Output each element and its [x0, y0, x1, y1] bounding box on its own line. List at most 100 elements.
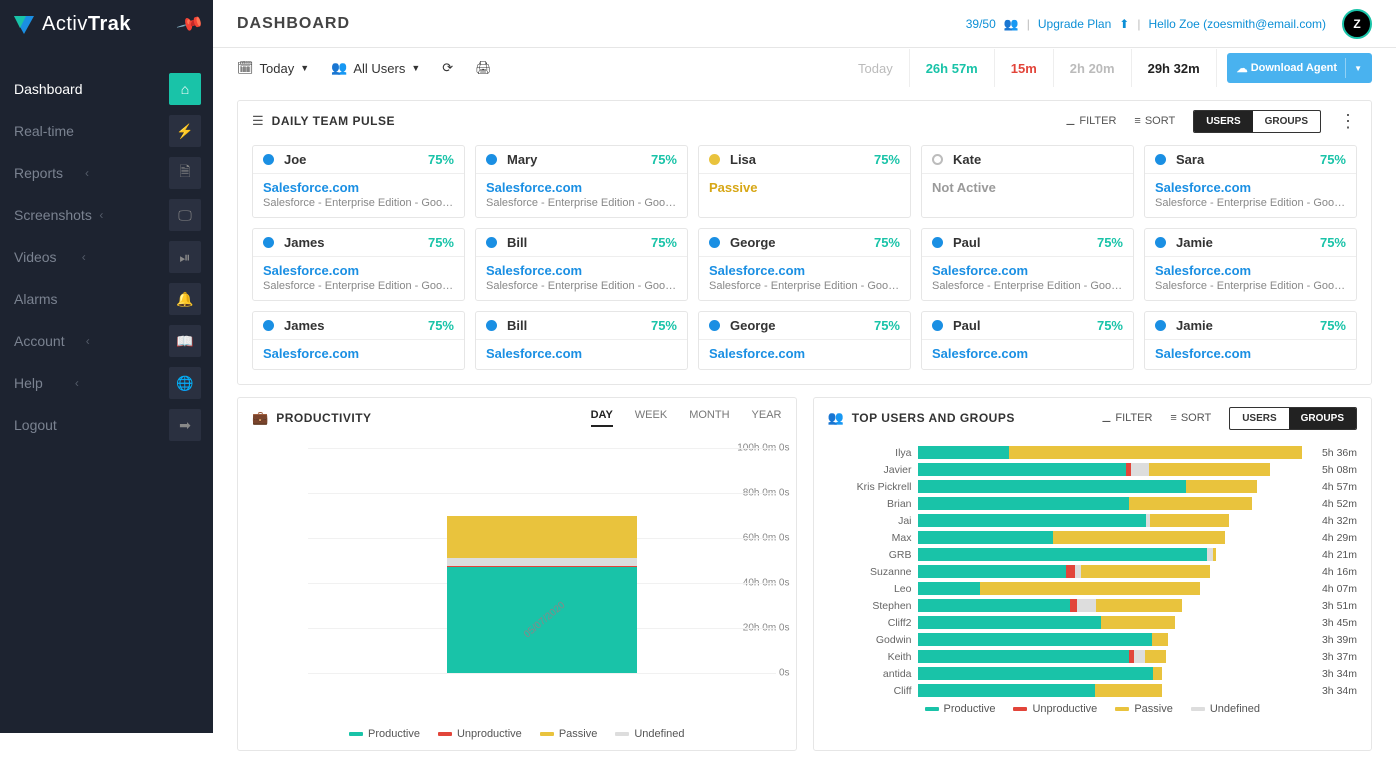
bar-seg-passive — [1150, 514, 1229, 527]
top-user-row[interactable]: Jai 4h 32m — [828, 512, 1358, 529]
tu-name: Kris Pickrell — [828, 481, 918, 493]
seat-count[interactable]: 39/50 — [966, 17, 996, 31]
user-greeting[interactable]: Hello Zoe (zoesmith@email.com) — [1148, 17, 1326, 31]
top-user-row[interactable]: antida 3h 34m — [828, 665, 1358, 682]
tu-filter[interactable]: ⚊FILTER — [1101, 412, 1152, 425]
pin-icon[interactable]: 📌 — [175, 9, 205, 38]
bar-seg-unprod — [1066, 565, 1075, 578]
upgrade-link[interactable]: Upgrade Plan — [1038, 17, 1111, 31]
sidebar-item-logout[interactable]: Logout➡ — [0, 404, 213, 446]
pulse-card[interactable]: Joe 75% Salesforce.com Salesforce - Ente… — [252, 145, 465, 218]
avatar[interactable]: Z — [1342, 9, 1372, 39]
productivity-pct: 75% — [428, 235, 454, 250]
seg-groups[interactable]: GROUPS — [1289, 408, 1356, 429]
tu-name: Stephen — [828, 600, 918, 612]
logo[interactable]: ActivTrak 📌 — [0, 0, 213, 48]
seg-users[interactable]: USERS — [1230, 408, 1288, 429]
top-user-row[interactable]: Max 4h 29m — [828, 529, 1358, 546]
pulse-card[interactable]: George 75% Salesforce.com — [698, 311, 911, 370]
tu-name: Ilya — [828, 447, 918, 459]
productivity-pct: 75% — [874, 318, 900, 333]
filter-icon: ⚊ — [1065, 115, 1075, 128]
top-user-row[interactable]: Keith 3h 37m — [828, 648, 1358, 665]
top-user-row[interactable]: Javier 5h 08m — [828, 461, 1358, 478]
seg-groups[interactable]: GROUPS — [1253, 111, 1320, 132]
current-app: Salesforce.com — [486, 263, 677, 278]
print-button[interactable]: 🖨 — [475, 60, 492, 76]
sidebar-item-screenshots[interactable]: Screenshots‹🖵 — [0, 194, 213, 236]
pulse-card[interactable]: Kate Not Active — [921, 145, 1134, 218]
user-name: Jamie — [1176, 318, 1213, 333]
bar-seg-Undefined — [447, 558, 637, 566]
top-user-row[interactable]: Cliff 3h 34m — [828, 682, 1358, 699]
top-user-row[interactable]: Ilya 5h 36m — [828, 444, 1358, 461]
tab-week[interactable]: WEEK — [635, 409, 667, 427]
sidebar-item-videos[interactable]: Videos‹⏯ — [0, 236, 213, 278]
current-app: Salesforce.com — [709, 346, 900, 361]
legend-item: Passive — [1115, 703, 1173, 715]
seg-users[interactable]: USERS — [1194, 111, 1252, 132]
pulse-card[interactable]: James 75% Salesforce.com Salesforce - En… — [252, 228, 465, 301]
user-filter[interactable]: 👥 All Users▼ — [331, 60, 420, 76]
pulse-card[interactable]: Mary 75% Salesforce.com Salesforce - Ent… — [475, 145, 688, 218]
sidebar-item-real-time[interactable]: Real-time⚡ — [0, 110, 213, 152]
sidebar-item-alarms[interactable]: Alarms🔔 — [0, 278, 213, 320]
sidebar-item-help[interactable]: Help‹🌐 — [0, 362, 213, 404]
sidebar-item-dashboard[interactable]: Dashboard⌂ — [0, 68, 213, 110]
sidebar-item-account[interactable]: Account‹📖 — [0, 320, 213, 362]
pulse-card[interactable]: Bill 75% Salesforce.com Salesforce - Ent… — [475, 228, 688, 301]
productivity-pct: 75% — [651, 235, 677, 250]
top-user-row[interactable]: Stephen 3h 51m — [828, 597, 1358, 614]
file-icon: 🗎 — [169, 157, 201, 189]
pulse-card[interactable]: Jamie 75% Salesforce.com Salesforce - En… — [1144, 228, 1357, 301]
pulse-sort[interactable]: ≡SORT — [1134, 115, 1175, 127]
download-agent-button[interactable]: ☁ Download Agent ▼ — [1227, 53, 1372, 83]
bar-seg-passive — [1152, 633, 1168, 646]
app-detail: Salesforce - Enterprise Edition - Googl… — [1155, 197, 1346, 209]
pulse-card[interactable]: Bill 75% Salesforce.com — [475, 311, 688, 370]
top-user-row[interactable]: Leo 4h 07m — [828, 580, 1358, 597]
status-dot — [263, 154, 274, 165]
users-icon: 👥 — [828, 410, 844, 426]
daily-pulse-panel: ☰ DAILY TEAM PULSE ⚊FILTER ≡SORT USERS G… — [237, 100, 1372, 385]
legend-item: Productive — [349, 728, 420, 740]
bar-seg-prod — [918, 480, 1187, 493]
top-user-row[interactable]: Suzanne 4h 16m — [828, 563, 1358, 580]
top-user-row[interactable]: Kris Pickrell 4h 57m — [828, 478, 1358, 495]
bar-seg-unprod — [1070, 599, 1077, 612]
tu-segment: USERS GROUPS — [1229, 407, 1357, 430]
tab-day[interactable]: DAY — [591, 409, 613, 427]
pulse-card[interactable]: George 75% Salesforce.com Salesforce - E… — [698, 228, 911, 301]
top-user-row[interactable]: Cliff2 3h 45m — [828, 614, 1358, 631]
tu-time: 4h 57m — [1302, 481, 1357, 493]
pulse-card[interactable]: Jamie 75% Salesforce.com — [1144, 311, 1357, 370]
top-user-row[interactable]: GRB 4h 21m — [828, 546, 1358, 563]
tab-year[interactable]: YEAR — [752, 409, 782, 427]
pulse-card[interactable]: Paul 75% Salesforce.com — [921, 311, 1134, 370]
user-name: George — [730, 318, 776, 333]
refresh-button[interactable]: ⟳ — [442, 60, 453, 76]
top-user-row[interactable]: Brian 4h 52m — [828, 495, 1358, 512]
sidebar-item-reports[interactable]: Reports‹🗎 — [0, 152, 213, 194]
top-user-row[interactable]: Godwin 3h 39m — [828, 631, 1358, 648]
chevron-left-icon: ‹ — [99, 208, 103, 222]
bar-seg-passive — [1213, 548, 1216, 561]
bar-seg-passive — [1009, 446, 1302, 459]
calendar-icon: 🗓 — [237, 60, 254, 76]
date-range-picker[interactable]: 🗓 Today▼ — [237, 60, 309, 76]
bar-seg-passive — [1153, 667, 1162, 680]
current-app: Salesforce.com — [1155, 346, 1346, 361]
bar-seg-prod — [918, 565, 1067, 578]
time-label: Today — [842, 49, 909, 87]
upload-icon: ⬆ — [1119, 17, 1129, 31]
tu-sort[interactable]: ≡SORT — [1170, 412, 1211, 424]
pulse-filter[interactable]: ⚊FILTER — [1065, 115, 1116, 128]
kebab-icon[interactable]: ⋮ — [1339, 111, 1357, 132]
status-dot — [1155, 154, 1166, 165]
pulse-card[interactable]: James 75% Salesforce.com — [252, 311, 465, 370]
pulse-card[interactable]: Paul 75% Salesforce.com Salesforce - Ent… — [921, 228, 1134, 301]
tu-name: Suzanne — [828, 566, 918, 578]
pulse-card[interactable]: Lisa 75% Passive — [698, 145, 911, 218]
tab-month[interactable]: MONTH — [689, 409, 729, 427]
pulse-card[interactable]: Sara 75% Salesforce.com Salesforce - Ent… — [1144, 145, 1357, 218]
